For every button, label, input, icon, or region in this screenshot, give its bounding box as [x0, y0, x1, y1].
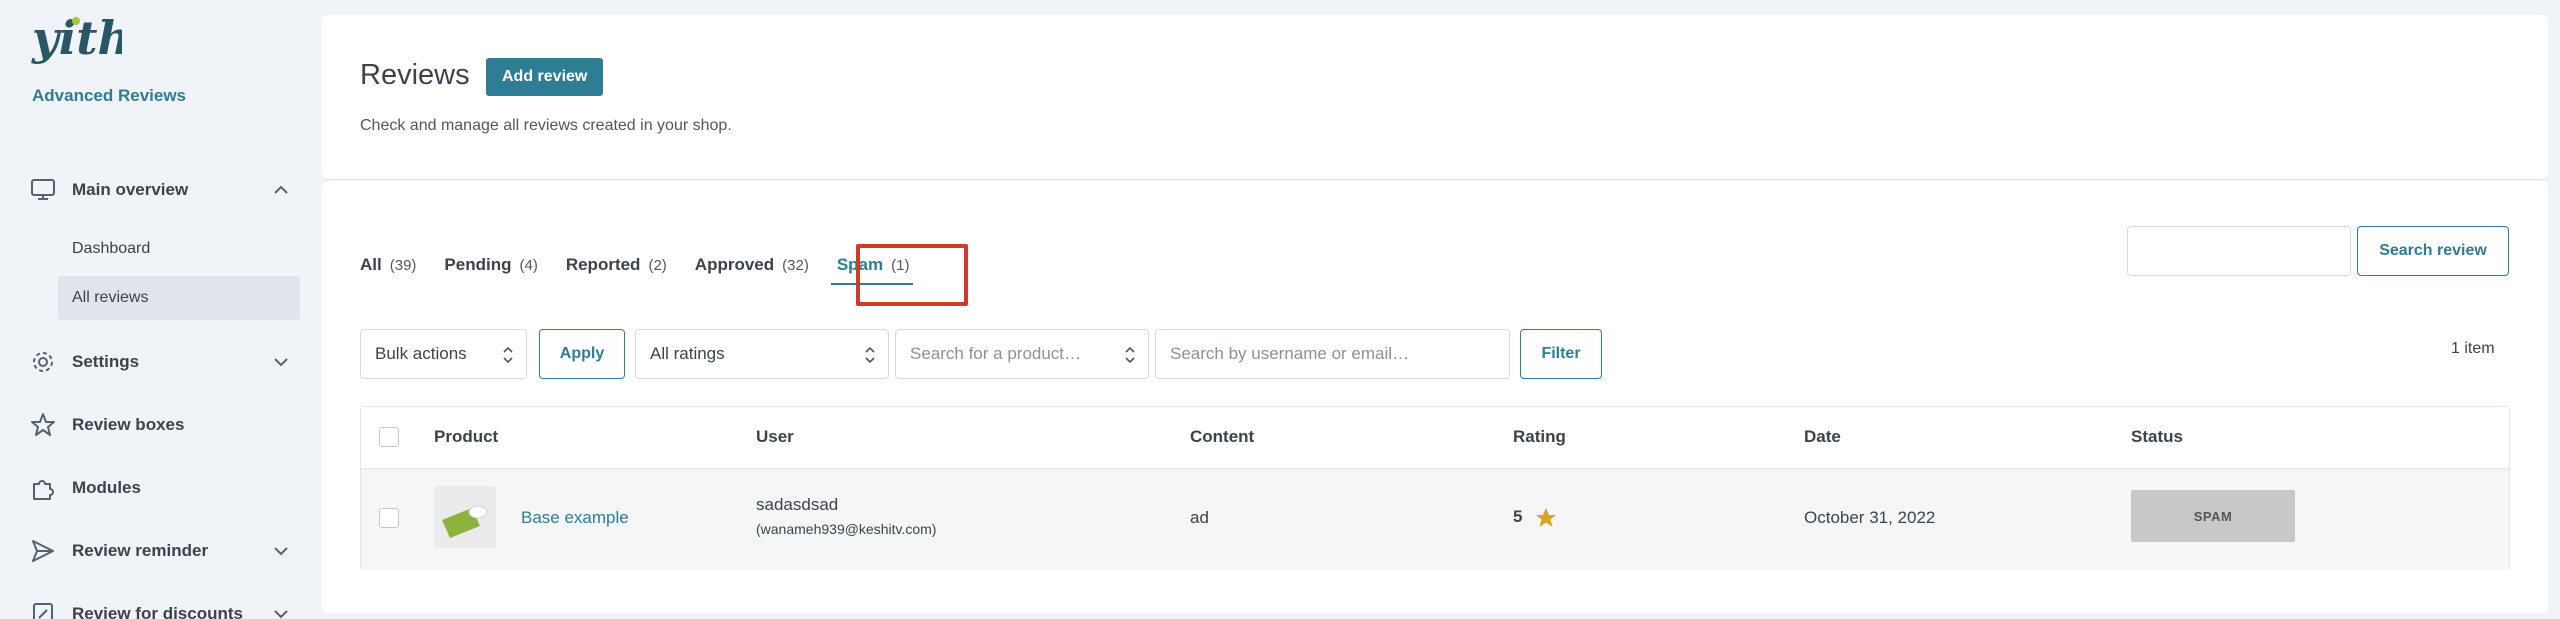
bulk-actions-value: Bulk actions	[375, 344, 467, 363]
product-search-placeholder: Search for a product…	[910, 344, 1082, 363]
sidebar-item-label: Review for discounts	[72, 604, 243, 619]
chevron-up-icon[interactable]	[270, 179, 292, 201]
user-email: (wanameh939@keshitv.com)	[756, 521, 937, 537]
brand-name: Advanced Reviews	[32, 86, 187, 105]
sidebar-item-review-for-discounts[interactable]: Review for discounts	[28, 596, 292, 619]
select-all-checkbox[interactable]	[379, 427, 399, 447]
sidebar-item-settings[interactable]: Settings	[28, 344, 292, 380]
sidebar-item-label: Settings	[72, 352, 140, 371]
filter-button[interactable]: Filter	[1520, 329, 1602, 379]
apply-button[interactable]: Apply	[539, 329, 625, 379]
sidebar-item-review-boxes[interactable]: Review boxes	[28, 407, 292, 443]
bulk-actions-select[interactable]: Bulk actions	[360, 329, 527, 379]
sidebar-item-label: Review reminder	[72, 541, 209, 560]
tab-all[interactable]: All (39)	[360, 255, 416, 275]
chevron-down-icon[interactable]	[270, 603, 292, 619]
items-count: 1 item	[2451, 340, 2495, 357]
column-content: Content	[1190, 427, 1255, 446]
monitor-icon	[28, 175, 58, 205]
sidebar-item-label: Main overview	[72, 180, 189, 199]
table-header: Product User Content Rating Date Status	[361, 407, 2509, 469]
sidebar: yith Advanced Reviews Main overview Dash…	[0, 0, 320, 619]
page-header-panel: Reviews Add review Check and manage all …	[322, 15, 2548, 180]
column-status: Status	[2131, 427, 2183, 446]
page-title: Reviews	[360, 59, 470, 91]
search-review-input[interactable]	[2127, 226, 2351, 276]
sidebar-item-label: Review boxes	[72, 415, 185, 434]
sidebar-item-review-reminder[interactable]: Review reminder	[28, 533, 292, 569]
yith-logo[interactable]: yith	[30, 10, 122, 76]
column-date[interactable]: Date	[1804, 427, 1841, 447]
tab-approved[interactable]: Approved (32)	[695, 255, 809, 275]
column-product[interactable]: Product	[434, 427, 498, 447]
ratings-select[interactable]: All ratings	[635, 329, 889, 379]
sidebar-item-label: Modules	[72, 478, 141, 497]
puzzle-icon	[28, 473, 58, 503]
user-name: sadasdsad	[756, 495, 839, 514]
sidebar-item-all-reviews[interactable]: All reviews	[58, 276, 300, 320]
sidebar-item-dashboard[interactable]: Dashboard	[58, 227, 300, 271]
gear-icon	[28, 347, 58, 377]
sidebar-item-modules[interactable]: Modules	[28, 470, 292, 506]
reviews-table: Product User Content Rating Date Status …	[360, 406, 2510, 570]
tab-reported[interactable]: Reported (2)	[566, 255, 667, 275]
add-review-button[interactable]: Add review	[486, 58, 604, 96]
row-checkbox[interactable]	[379, 508, 399, 528]
select-arrows-icon	[865, 346, 875, 364]
select-arrows-icon	[503, 346, 513, 364]
discount-icon	[28, 599, 58, 619]
reviews-list-panel: All (39) Pending (4) Reported (2) Approved(…	[322, 181, 2548, 613]
chevron-down-icon[interactable]	[270, 351, 292, 373]
product-thumbnail[interactable]	[434, 486, 496, 548]
review-content: ad	[1190, 508, 1209, 527]
page-description: Check and manage all reviews created in …	[360, 117, 732, 134]
review-date: October 31, 2022	[1804, 508, 1936, 527]
sidebar-item-main-overview[interactable]: Main overview	[28, 172, 292, 208]
star-icon	[1536, 508, 1556, 527]
user-search-input[interactable]: Search by username or email…	[1155, 329, 1510, 379]
search-review-button[interactable]: Search review	[2357, 226, 2509, 276]
status-tabs: All (39) Pending (4) Reported (2) Approved(…	[360, 249, 937, 285]
product-image-icon	[434, 486, 496, 548]
table-row: Base example sadasdsad (wanameh939@keshi…	[361, 469, 2509, 570]
chevron-down-icon[interactable]	[270, 540, 292, 562]
rating-value: 5	[1513, 507, 1523, 526]
column-user[interactable]: User	[756, 427, 794, 447]
star-outline-icon	[28, 410, 58, 440]
spam-tab-highlight	[856, 244, 968, 306]
select-arrows-icon	[1125, 346, 1135, 364]
column-rating[interactable]: Rating	[1513, 427, 1566, 447]
ratings-value: All ratings	[650, 344, 725, 363]
tab-pending[interactable]: Pending (4)	[444, 255, 537, 275]
product-search-select[interactable]: Search for a product…	[895, 329, 1149, 379]
product-link[interactable]: Base example	[521, 508, 629, 528]
status-badge[interactable]: SPAM	[2131, 490, 2295, 542]
send-icon	[28, 536, 58, 566]
